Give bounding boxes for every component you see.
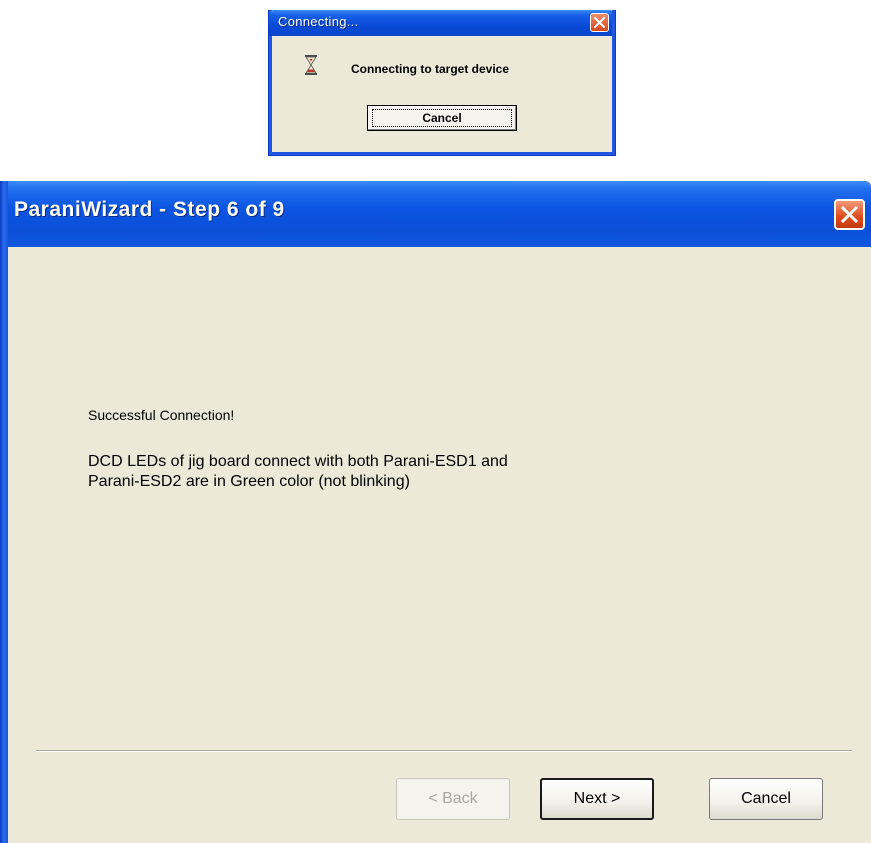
- next-button[interactable]: Next >: [540, 778, 654, 820]
- dialog-border-bottom: [269, 152, 615, 155]
- connecting-cancel-label: Cancel: [422, 111, 462, 125]
- close-icon: [840, 205, 859, 224]
- parani-wizard-window: ParaniWizard - Step 6 of 9 Successful Co…: [0, 181, 871, 843]
- cancel-button[interactable]: Cancel: [709, 778, 823, 820]
- back-button[interactable]: < Back: [396, 778, 510, 820]
- connecting-message: Connecting to target device: [351, 62, 510, 76]
- close-icon: [593, 16, 606, 29]
- status-message: Successful Connection!: [88, 407, 235, 423]
- connecting-dialog-close-button[interactable]: [590, 13, 609, 32]
- window-left-border: [0, 181, 8, 843]
- connecting-dialog-titlebar[interactable]: Connecting...: [269, 10, 615, 36]
- connecting-dialog: Connecting... Connecting to target devic…: [268, 10, 616, 156]
- hourglass-icon: [305, 55, 317, 75]
- instruction-text: DCD LEDs of jig board connect with both …: [88, 453, 508, 490]
- wizard-titlebar[interactable]: ParaniWizard - Step 6 of 9: [0, 181, 871, 247]
- connecting-dialog-title: Connecting...: [278, 14, 359, 29]
- connecting-cancel-button[interactable]: Cancel: [367, 105, 517, 131]
- button-separator: [36, 750, 852, 752]
- wizard-title: ParaniWizard - Step 6 of 9: [14, 198, 285, 221]
- wizard-close-button[interactable]: [834, 199, 865, 230]
